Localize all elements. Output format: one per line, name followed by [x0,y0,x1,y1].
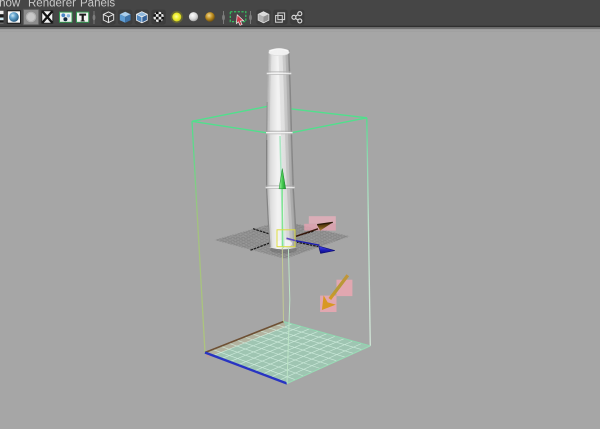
svg-text:Show: Show [0,0,21,9]
svg-text:Renderer: Renderer [28,0,76,9]
svg-text:Panels: Panels [80,0,115,9]
